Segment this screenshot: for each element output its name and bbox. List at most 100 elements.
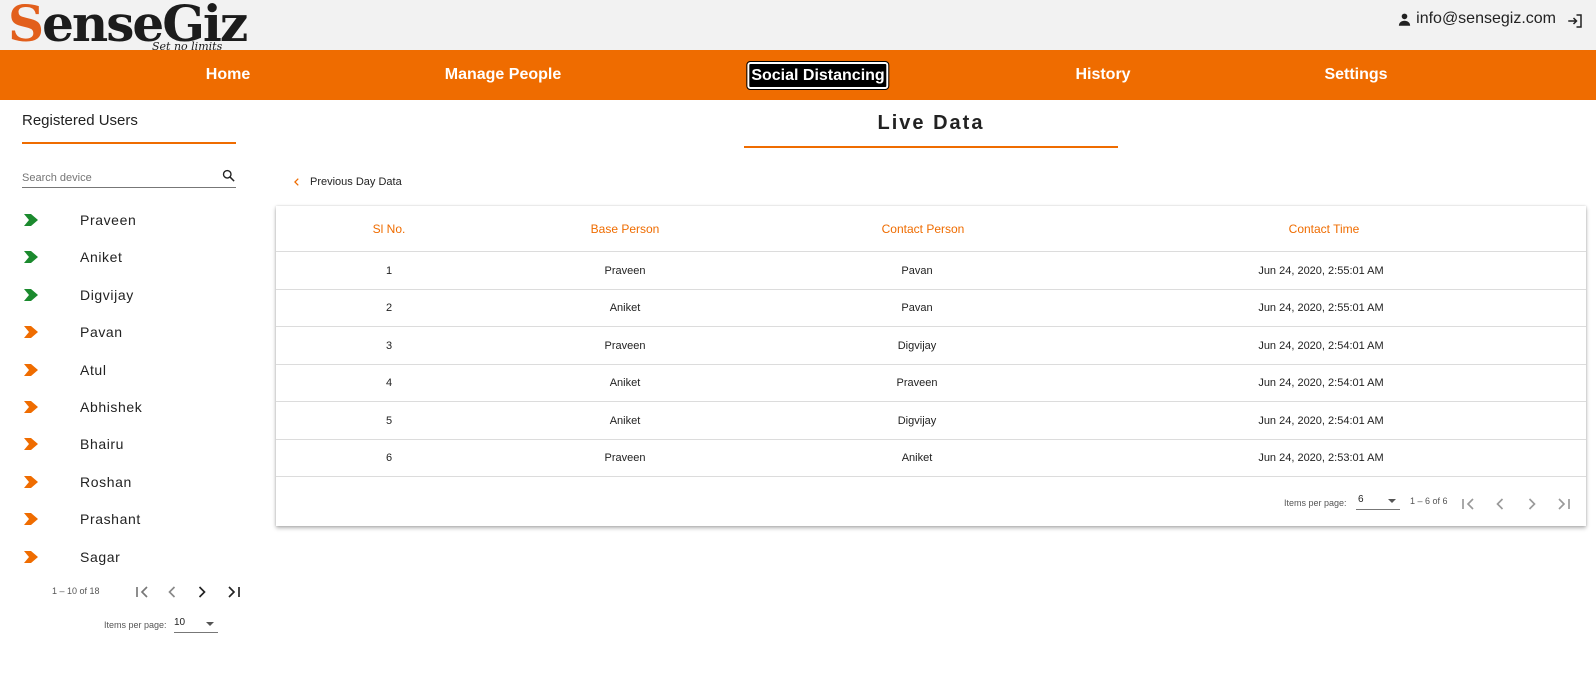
table-cell: Praveen [604, 452, 646, 464]
last-page-icon[interactable] [224, 582, 244, 602]
device-item[interactable]: Sagar [22, 538, 240, 575]
items-per-page: Items per page: 10 [104, 617, 218, 633]
table-cell: Jun 24, 2020, 2:53:01 AM [1258, 452, 1384, 464]
device-name: Sagar [80, 548, 121, 565]
logout-icon[interactable] [1566, 12, 1584, 30]
table-row: 4 Aniket Praveen Jun 24, 2020, 2:54:01 AM [276, 364, 1586, 403]
chevron-status-icon [24, 475, 38, 488]
registered-users-title: Registered Users [22, 112, 138, 129]
user-email: info@sensegiz.com [1416, 10, 1556, 27]
items-per-page-value: 10 [174, 617, 186, 628]
previous-day-link[interactable]: Previous Day Data [292, 176, 402, 188]
table-cell: 3 [385, 339, 393, 352]
first-page-icon[interactable] [132, 582, 152, 602]
logo-initial: S [8, 0, 44, 53]
device-item[interactable]: Abhishek [22, 388, 240, 425]
table-cell: Jun 24, 2020, 2:54:01 AM [1258, 377, 1384, 390]
table-cell: Jun 24, 2020, 2:55:01 AM [1258, 265, 1384, 277]
device-name: Atul [80, 361, 107, 378]
table-cell: Pavan [901, 302, 933, 315]
sidebar-pager: 1 – 10 of 18 [52, 580, 252, 604]
items-per-page-select[interactable]: 6 [1356, 494, 1400, 510]
nav-home[interactable]: Home [206, 50, 250, 100]
chevron-status-icon [24, 438, 38, 451]
table-cell: Praveen [604, 265, 646, 277]
chevron-status-icon [24, 214, 38, 226]
main-nav: Home Manage People Social Distancing His… [0, 50, 1596, 100]
search-input[interactable] [22, 172, 212, 184]
chevron-down-icon [1388, 499, 1396, 503]
device-name: Praveen [80, 212, 137, 228]
table-cell: Praveen [604, 339, 646, 352]
table-cell: Jun 24, 2020, 2:54:01 AM [1258, 414, 1384, 427]
nav-manage-people[interactable]: Manage People [445, 50, 561, 100]
page-title: Live Data [877, 112, 985, 134]
table-row: 2 Aniket Pavan Jun 24, 2020, 2:55:01 AM [276, 289, 1586, 328]
search-icon[interactable] [221, 168, 236, 183]
column-header[interactable]: Sl No. [373, 222, 406, 236]
table-row: 5 Aniket Digvijay Jun 24, 2020, 2:54:01 AM [276, 402, 1586, 440]
nav-social-distancing[interactable]: Social Distancing [746, 61, 890, 90]
table-cell: Aniket [609, 414, 641, 427]
table-row: 1 Praveen Pavan Jun 24, 2020, 2:55:01 AM [276, 252, 1586, 290]
table-cell: Digvijay [897, 339, 937, 352]
device-item[interactable]: Atul [22, 351, 240, 388]
next-page-icon[interactable] [192, 582, 212, 602]
sensegiz-logo[interactable]: SenseGiz Set no limits [8, 0, 248, 56]
search-bar [22, 168, 236, 188]
table-cell: Jun 24, 2020, 2:55:01 AM [1258, 302, 1384, 315]
device-item[interactable]: Aniket [22, 238, 240, 275]
table-cell: Digvijay [897, 414, 937, 427]
device-item[interactable]: Roshan [22, 463, 240, 500]
table-row: 6 Praveen Aniket Jun 24, 2020, 2:53:01 AM [276, 439, 1586, 477]
first-page-icon[interactable] [1458, 494, 1478, 514]
items-per-page-value: 6 [1358, 494, 1364, 505]
column-header[interactable]: Base Person [591, 222, 660, 236]
table-cell: 2 [385, 302, 393, 315]
items-per-page-select[interactable]: 10 [174, 617, 218, 633]
table-row: 3 Praveen Digvijay Jun 24, 2020, 2:54:01 AM [276, 327, 1586, 365]
table-cell: 1 [385, 265, 393, 277]
pager-range: 1 – 6 of 6 [1410, 496, 1448, 506]
last-page-icon[interactable] [1554, 494, 1574, 514]
device-item[interactable]: Praveen [22, 201, 240, 238]
device-name: Digvijay [80, 286, 134, 303]
table-cell: Jun 24, 2020, 2:54:01 AM [1258, 339, 1384, 352]
prev-page-icon[interactable] [162, 582, 182, 602]
prev-page-icon[interactable] [1490, 494, 1510, 514]
table-cell: Aniket [609, 377, 641, 390]
title-underline [744, 146, 1118, 148]
chevron-status-icon [24, 251, 38, 264]
device-list: Praveen Aniket Digvijay Pavan Atul Abhishek Bh… [22, 201, 240, 575]
table-cell: Pavan [901, 265, 933, 277]
chevron-status-icon [24, 400, 38, 413]
next-page-icon[interactable] [1522, 494, 1542, 514]
pager-range: 1 – 10 of 18 [52, 586, 100, 596]
device-item[interactable]: Prashant [22, 500, 240, 537]
column-header[interactable]: Contact Person [882, 222, 965, 236]
nav-history[interactable]: History [1075, 50, 1130, 100]
items-per-page-label: Items per page: [1284, 498, 1347, 508]
user-account: info@sensegiz.com [1397, 10, 1556, 28]
device-name: Abhishek [80, 398, 143, 415]
nav-settings[interactable]: Settings [1324, 50, 1387, 100]
column-header[interactable]: Contact Time [1289, 222, 1360, 236]
items-per-page-label: Items per page: [104, 620, 167, 630]
table-header: Sl No. Base Person Contact Person Contac… [276, 206, 1586, 252]
device-item[interactable]: Bhairu [22, 425, 240, 462]
table-cell: 4 [385, 377, 393, 390]
device-name: Bhairu [80, 436, 125, 453]
table-cell: Aniket [901, 452, 933, 464]
previous-day-label: Previous Day Data [310, 176, 402, 188]
device-item[interactable]: Pavan [22, 313, 240, 350]
device-item[interactable]: Digvijay [22, 276, 240, 313]
table-cell: Praveen [896, 377, 938, 390]
device-name: Aniket [80, 249, 123, 266]
table-cell: 5 [385, 414, 393, 427]
table-cell: 6 [385, 452, 393, 464]
chevron-down-icon [206, 622, 214, 626]
chevron-status-icon [24, 363, 38, 376]
top-header: SenseGiz Set no limits info@sensegiz.com [0, 0, 1596, 53]
device-name: Prashant [80, 511, 141, 528]
device-name: Roshan [80, 473, 132, 490]
